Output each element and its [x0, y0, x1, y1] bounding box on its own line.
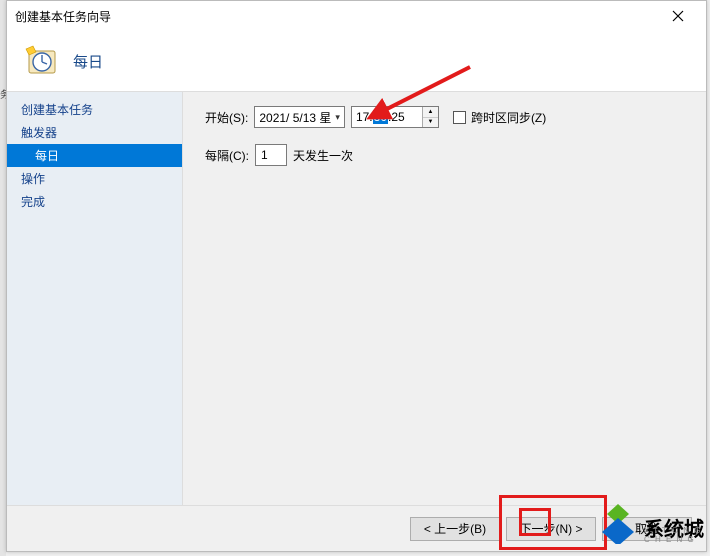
window-title: 创建基本任务向导 [15, 8, 658, 25]
close-button[interactable] [658, 2, 698, 30]
interval-label: 每隔(C): [205, 147, 249, 164]
start-date-value: 2021/ 5/13 星 [259, 109, 331, 126]
spin-down-button[interactable]: ▼ [423, 118, 438, 128]
page-heading: 每日 [73, 51, 103, 72]
wizard-header: 每日 [7, 31, 706, 91]
checkbox-box [453, 111, 466, 124]
time-minutes-selected: 30 [373, 110, 388, 124]
next-button[interactable]: 下一步(N) > [506, 517, 596, 541]
sidebar-item-create-basic-task[interactable]: 创建基本任务 [7, 98, 182, 121]
start-time-spinner[interactable]: 17:30:25 ▲ ▼ [351, 106, 439, 128]
sidebar-item-finish[interactable]: 完成 [7, 190, 182, 213]
titlebar: 创建基本任务向导 [7, 1, 706, 31]
sidebar-item-daily[interactable]: 每日 [7, 144, 182, 167]
wizard-window: 创建基本任务向导 每日 创建基本任务 触发器 每日 操作 完成 开始(S): [6, 0, 707, 552]
sidebar-item-trigger[interactable]: 触发器 [7, 121, 182, 144]
wizard-content: 开始(S): 2021/ 5/13 星 ▾ 17:30:25 ▲ ▼ [183, 92, 706, 505]
clock-icon [23, 43, 59, 79]
spin-up-button[interactable]: ▲ [423, 107, 438, 118]
chevron-down-icon: ▾ [335, 112, 340, 123]
interval-suffix: 天发生一次 [293, 147, 353, 164]
interval-input[interactable]: 1 [255, 144, 287, 166]
start-time-value: 17:30:25 [352, 107, 422, 127]
sidebar-item-action[interactable]: 操作 [7, 167, 182, 190]
cancel-button[interactable]: 取消 [602, 517, 692, 541]
start-date-picker[interactable]: 2021/ 5/13 星 ▾ [254, 106, 345, 128]
back-button[interactable]: < 上一步(B) [410, 517, 500, 541]
wizard-footer: < 上一步(B) 下一步(N) > 取消 [7, 505, 706, 551]
wizard-sidebar: 创建基本任务 触发器 每日 操作 完成 [7, 92, 183, 505]
start-label: 开始(S): [205, 109, 248, 126]
sync-timezone-checkbox[interactable]: 跨时区同步(Z) [453, 109, 546, 126]
sync-timezone-label: 跨时区同步(Z) [471, 109, 546, 126]
